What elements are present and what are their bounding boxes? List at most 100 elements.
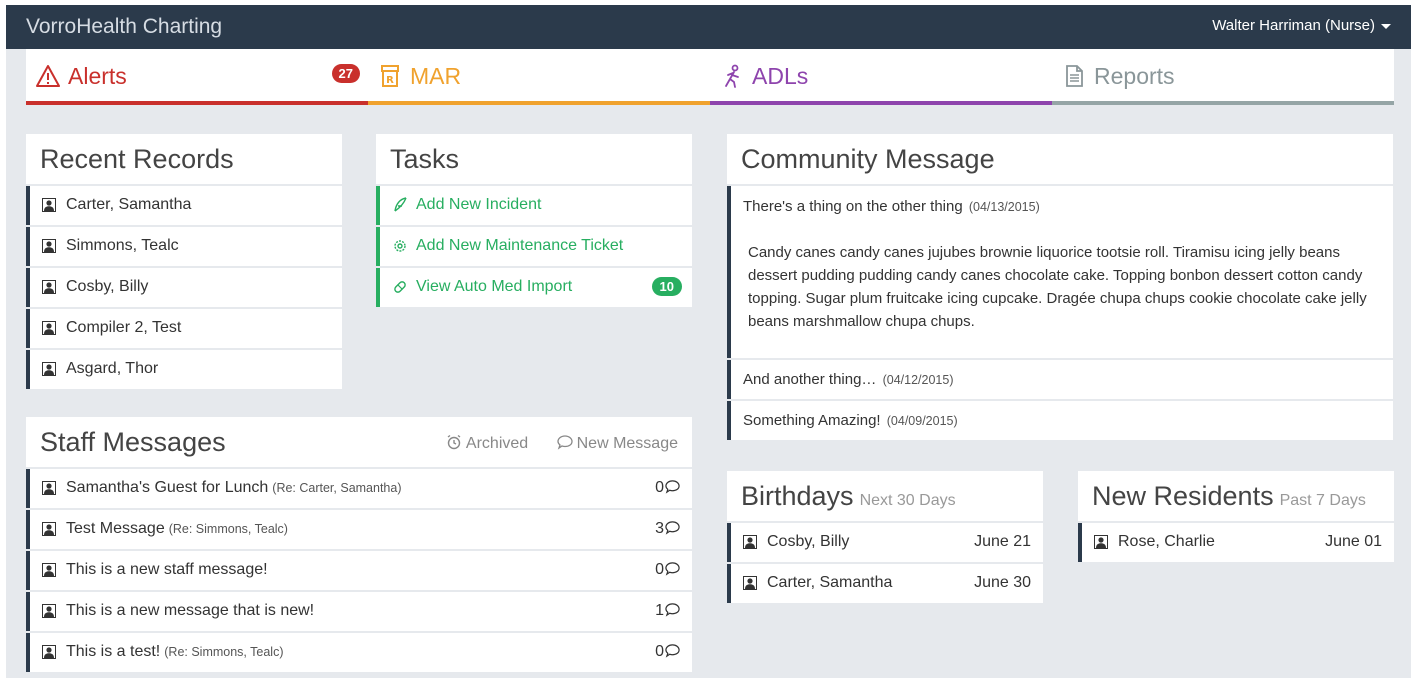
- tab-mar-label: MAR: [410, 63, 462, 89]
- recent-record-row[interactable]: Compiler 2, Test: [26, 309, 342, 348]
- staff-messages-panel: Staff Messages Archived New Message Sama…: [26, 417, 692, 672]
- recent-records-header: Recent Records: [26, 134, 342, 184]
- person-icon: [42, 321, 56, 335]
- tab-mar[interactable]: R MAR: [368, 49, 710, 105]
- comment-count-value: 0: [655, 479, 664, 496]
- person-icon: [743, 576, 757, 590]
- person-icon: [42, 239, 56, 253]
- alerts-count-badge: 27: [331, 64, 360, 83]
- record-name: Simmons, Tealc: [66, 237, 179, 254]
- message-regarding: (Re: Simmons, Tealc): [168, 522, 288, 536]
- staff-message-row[interactable]: This is a new message that is new! 1: [26, 592, 692, 631]
- archived-button[interactable]: Archived: [446, 434, 529, 452]
- gear-icon: [394, 240, 406, 252]
- message-subject: Test Message: [66, 520, 165, 537]
- staff-message-text: This is a new message that is new!: [66, 602, 318, 620]
- message-title-text: And another thing…: [743, 371, 877, 388]
- birthday-row[interactable]: Cosby, Billy June 21: [727, 523, 1043, 562]
- app-root: VorroHealth Charting Walter Harriman (Nu…: [6, 5, 1411, 678]
- birthday-date: June 30: [974, 574, 1031, 591]
- archived-label: Archived: [465, 435, 529, 452]
- birthday-name: Carter, Samantha: [767, 574, 893, 591]
- staff-message-row[interactable]: This is a test! (Re: Simmons, Tealc) 0: [26, 633, 692, 672]
- staff-message-text: Test Message (Re: Simmons, Tealc): [66, 520, 288, 538]
- tab-reports-label: Reports: [1094, 63, 1175, 89]
- birthday-row[interactable]: Carter, Samantha June 30: [727, 564, 1043, 603]
- message-subject: Samantha's Guest for Lunch: [66, 479, 269, 496]
- recent-record-row[interactable]: Cosby, Billy: [26, 268, 342, 307]
- pills-icon: [394, 281, 406, 293]
- comment-count: 1: [655, 602, 680, 620]
- comment-count: 0: [655, 643, 680, 661]
- comment-icon: [665, 603, 680, 617]
- birthday-date: June 21: [974, 533, 1031, 550]
- tab-adls[interactable]: ADLs: [710, 49, 1052, 105]
- birthdays-title: Birthdays Next 30 Days: [741, 481, 956, 512]
- birthday-name: Cosby, Billy: [767, 533, 850, 550]
- staff-message-text: This is a new staff message!: [66, 561, 272, 579]
- recent-record-row[interactable]: Carter, Samantha: [26, 186, 342, 225]
- message-subject: This is a new message that is new!: [66, 602, 315, 619]
- caret-down-icon: [1381, 23, 1391, 29]
- resident-name: Rose, Charlie: [1118, 533, 1215, 550]
- person-icon: [42, 563, 56, 577]
- staff-messages-title: Staff Messages: [40, 427, 226, 457]
- person-icon: [42, 604, 56, 618]
- person-icon: [42, 481, 56, 495]
- staff-message-text: This is a test! (Re: Simmons, Tealc): [66, 643, 284, 661]
- staff-message-row[interactable]: This is a new staff message! 0: [26, 551, 692, 590]
- community-message-main[interactable]: There's a thing on the other thing (04/1…: [727, 186, 1393, 358]
- comment-icon: [665, 562, 680, 576]
- prescription-bottle-icon: R: [381, 65, 399, 87]
- recent-record-row[interactable]: Simmons, Tealc: [26, 227, 342, 266]
- community-message-item[interactable]: And another thing… (04/12/2015): [727, 360, 1393, 399]
- alarm-clock-icon: [447, 434, 461, 450]
- message-subject: This is a new staff message!: [66, 561, 268, 578]
- tab-alerts[interactable]: Alerts 27: [26, 49, 368, 105]
- tab-reports[interactable]: Reports: [1052, 49, 1394, 105]
- message-title-text: There's a thing on the other thing: [743, 198, 963, 215]
- task-add-maintenance-ticket[interactable]: Add New Maintenance Ticket: [376, 227, 692, 266]
- new-residents-panel: New Residents Past 7 Days Rose, Charlie Ju…: [1078, 471, 1394, 562]
- community-message-body: Candy canes candy canes jujubes brownie …: [748, 244, 1367, 330]
- comment-count-value: 0: [655, 561, 664, 578]
- task-add-incident[interactable]: Add New Incident: [376, 186, 692, 225]
- new-residents-title: New Residents Past 7 Days: [1092, 481, 1366, 512]
- community-message-item[interactable]: Something Amazing! (04/09/2015): [727, 401, 1393, 440]
- staff-message-row[interactable]: Test Message (Re: Simmons, Tealc) 3: [26, 510, 692, 549]
- new-residents-title-text: New Residents: [1092, 481, 1274, 511]
- recent-record-row[interactable]: Asgard, Thor: [26, 350, 342, 389]
- app-title: VorroHealth Charting: [26, 15, 223, 38]
- person-icon: [42, 362, 56, 376]
- speech-bubble-icon: [556, 435, 573, 450]
- message-subject: This is a test!: [66, 643, 161, 660]
- task-view-auto-med-import[interactable]: View Auto Med Import 10: [376, 268, 692, 307]
- walking-person-icon: [725, 64, 739, 88]
- birthdays-subtitle: Next 30 Days: [859, 492, 956, 509]
- recent-records-title: Recent Records: [40, 144, 234, 174]
- person-icon: [42, 522, 56, 536]
- tab-adls-label: ADLs: [752, 63, 809, 89]
- main-tabs: Alerts 27 R MAR ADLs Reports: [26, 49, 1394, 105]
- staff-actions: Archived New Message: [422, 434, 678, 453]
- person-icon: [42, 645, 56, 659]
- message-regarding: (Re: Carter, Samantha): [272, 481, 402, 495]
- staff-message-row[interactable]: Samantha's Guest for Lunch (Re: Carter, S…: [26, 469, 692, 508]
- task-label: Add New Maintenance Ticket: [416, 237, 624, 254]
- tasks-panel: Tasks Add New Incident Add New Maintenan…: [376, 134, 692, 307]
- new-message-button[interactable]: New Message: [556, 435, 678, 452]
- user-menu[interactable]: Walter Harriman (Nurse): [1212, 17, 1391, 34]
- warning-icon: [36, 65, 60, 87]
- comment-icon: [665, 480, 680, 494]
- community-message-item-title: And another thing… (04/12/2015): [743, 371, 954, 388]
- comment-count-value: 0: [655, 643, 664, 660]
- record-name: Asgard, Thor: [66, 360, 159, 377]
- top-bar: VorroHealth Charting Walter Harriman (Nu…: [6, 5, 1411, 49]
- resident-date: June 01: [1325, 533, 1382, 550]
- new-resident-row[interactable]: Rose, Charlie June 01: [1078, 523, 1394, 562]
- message-date: (04/12/2015): [882, 373, 954, 387]
- person-icon: [42, 280, 56, 294]
- new-message-label: New Message: [576, 435, 678, 452]
- message-title-text: Something Amazing!: [743, 412, 881, 429]
- comment-count: 0: [655, 479, 680, 497]
